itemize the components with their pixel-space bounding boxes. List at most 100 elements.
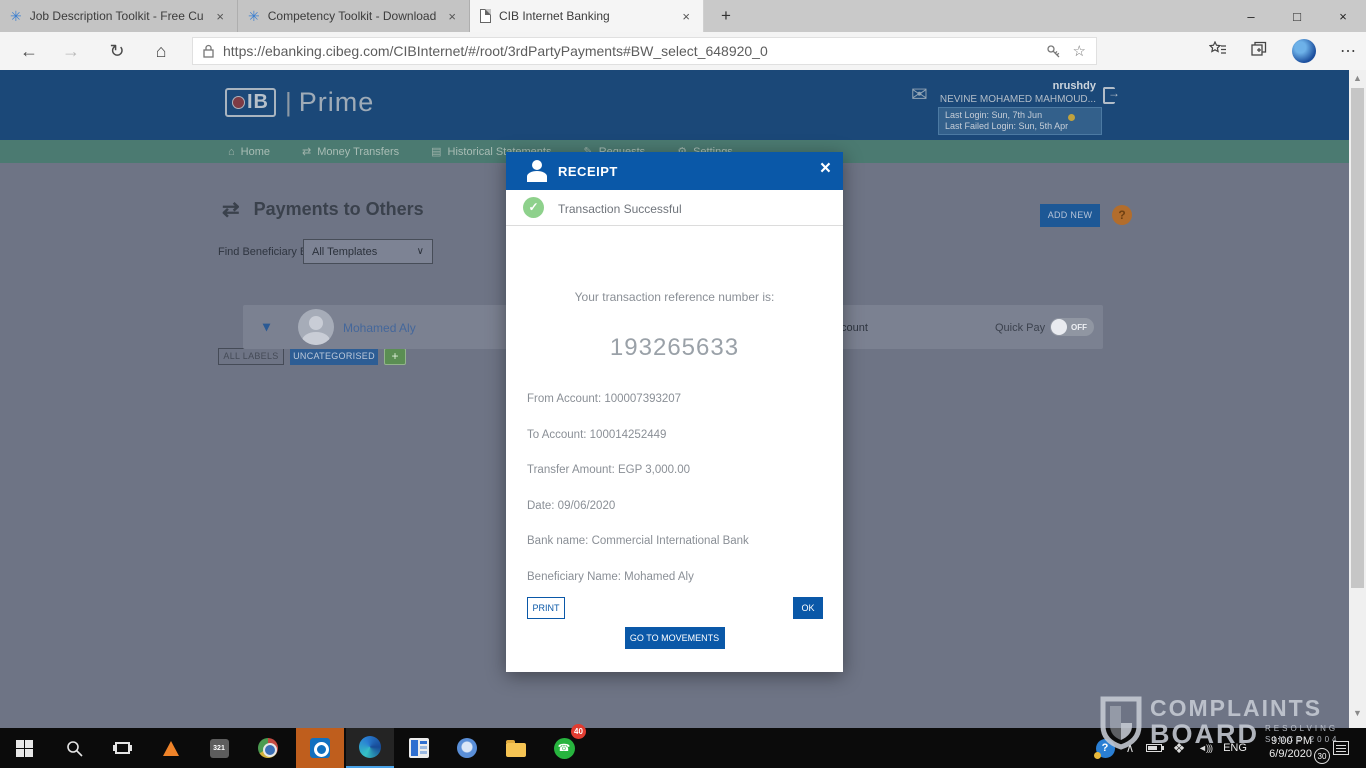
ok-button[interactable]: OK (793, 597, 823, 619)
scroll-up-icon[interactable]: ▲ (1349, 73, 1366, 83)
outlook-icon (310, 738, 330, 758)
go-to-movements-button[interactable]: GO TO MOVEMENTS (624, 627, 725, 649)
tab-favicon-icon: ✳ (10, 8, 22, 24)
statements-icon: ▤ (431, 146, 442, 158)
scrollbar-thumb[interactable] (1351, 88, 1364, 588)
taskbar-edge[interactable] (346, 728, 394, 768)
logo-divider: | (285, 87, 292, 117)
modal-close-icon[interactable]: × (820, 158, 831, 180)
tab-competency-toolkit[interactable]: ✳ Competency Toolkit - Download × (238, 0, 470, 32)
toolbar-right: ⋯ (1208, 32, 1356, 70)
user-fullname: NEVINE MOHAMED MAHMOUD... (939, 94, 1096, 105)
taskbar-chrome[interactable] (252, 728, 284, 768)
windows-logo-icon (15, 739, 33, 757)
back-icon[interactable]: ← (16, 39, 42, 63)
detail-to-account: To Account: 100014252449 (527, 428, 667, 441)
window-controls: – □ × (1228, 0, 1366, 32)
templates-dropdown[interactable]: All Templates ∨ (303, 239, 433, 264)
last-failed-login-text: Last Failed Login: Sun, 5th Apr (945, 121, 1069, 131)
tab-title: Competency Toolkit - Download (267, 9, 437, 23)
close-button[interactable]: × (1320, 0, 1366, 32)
taskbar-chromium[interactable] (451, 728, 483, 768)
receipt-details: From Account: 100007393207 To Account: 1… (527, 393, 749, 607)
home-icon: ⌂ (228, 145, 235, 158)
beneficiary-name: Mohamed Aly (343, 321, 416, 335)
page-title: Payments to Others (253, 199, 424, 219)
collections-icon[interactable] (1251, 41, 1268, 62)
address-bar[interactable]: https://ebanking.cibeg.com/CIBInternet/#… (192, 37, 1097, 65)
news-app-icon (409, 738, 429, 758)
folder-icon (506, 739, 526, 757)
expand-chevron-icon[interactable]: ▾ (263, 318, 270, 335)
cib-logo-mark: IB (225, 88, 276, 117)
toggle-state: OFF (1071, 323, 1087, 332)
maximize-button[interactable]: □ (1274, 0, 1320, 32)
url-input[interactable]: https://ebanking.cibeg.com/CIBInternet/#… (223, 43, 1034, 59)
scroll-down-icon[interactable]: ▼ (1349, 708, 1366, 718)
task-view-icon (114, 742, 130, 754)
all-labels-button[interactable]: ALL LABELS (218, 348, 284, 365)
refresh-icon[interactable]: ↻ (104, 39, 130, 63)
whatsapp-icon: ☎ (553, 737, 575, 759)
detail-amount: Transfer Amount: EGP 3,000.00 (527, 464, 691, 476)
minimize-button[interactable]: – (1228, 0, 1274, 32)
chevron-down-icon: ∨ (416, 246, 424, 257)
browser-tab-bar: ✳ Job Description Toolkit - Free Cu × ✳ … (0, 0, 1366, 32)
tab-close-icon[interactable]: × (445, 9, 459, 24)
complaints-board-watermark: COMPLAINTS BOARD RESOLVING SINCE 2004 (1100, 696, 1339, 750)
taskbar-file-explorer[interactable] (500, 728, 532, 768)
tab-favicon-icon: ✳ (248, 8, 260, 24)
receipt-modal: RECEIPT × ✓ Transaction Successful Your … (506, 152, 843, 672)
tab-close-icon[interactable]: × (679, 9, 693, 24)
modal-header: RECEIPT × (506, 152, 843, 190)
page-scrollbar[interactable]: ▲ ▼ (1349, 70, 1366, 728)
detail-bank-name: Bank name: Commercial International Bank (527, 535, 749, 547)
tab-title: CIB Internet Banking (499, 9, 610, 23)
password-key-icon[interactable] (1046, 44, 1061, 59)
profile-avatar[interactable] (1292, 39, 1316, 63)
quick-pay-toggle[interactable]: OFF (1050, 318, 1094, 336)
bulb-icon (1068, 114, 1075, 121)
modal-title: RECEIPT (558, 164, 618, 179)
start-button[interactable] (8, 728, 40, 768)
success-check-icon: ✓ (523, 197, 544, 218)
tab-job-description-toolkit[interactable]: ✳ Job Description Toolkit - Free Cu × (0, 0, 238, 32)
account-partial-text: count (841, 322, 868, 334)
chrome-icon (258, 738, 278, 758)
help-button[interactable]: ? (1112, 205, 1132, 225)
transfers-icon: ⇄ (302, 146, 312, 158)
watermark-tag2: SINCE 2004 (1265, 735, 1340, 744)
print-button[interactable]: PRINT (527, 597, 565, 619)
nav-item-home[interactable]: ⌂ Home (228, 146, 270, 158)
notification-badge: 30 (1314, 748, 1330, 764)
taskbar-vlc[interactable] (155, 728, 187, 768)
status-row: ✓ Transaction Successful (506, 190, 843, 226)
nav-item-money-transfers[interactable]: ⇄ Money Transfers (302, 145, 399, 159)
tab-close-icon[interactable]: × (213, 9, 227, 24)
chromium-icon (457, 738, 477, 758)
taskbar-outlook[interactable] (296, 728, 344, 768)
add-new-button[interactable]: ADD NEW (1040, 204, 1100, 227)
add-label-button[interactable]: + (384, 348, 406, 365)
watermark-line2: BOARD (1150, 719, 1259, 749)
prime-logo-text: Prime (298, 87, 375, 117)
lock-icon (203, 44, 214, 58)
home-icon[interactable]: ⌂ (148, 39, 174, 63)
favorite-star-icon[interactable]: ☆ (1073, 42, 1086, 60)
taskbar-media-player[interactable]: 321 (203, 728, 235, 768)
detail-from-account: From Account: 100007393207 (527, 393, 682, 405)
logout-icon[interactable]: → (1103, 86, 1120, 104)
new-tab-button[interactable]: + (704, 0, 748, 32)
task-view-button[interactable] (106, 728, 138, 768)
settings-more-icon[interactable]: ⋯ (1340, 41, 1356, 61)
taskbar-news-app[interactable] (403, 728, 435, 768)
tab-cib-internet-banking[interactable]: CIB Internet Banking × (470, 0, 704, 32)
dropdown-value: All Templates (312, 245, 378, 258)
detail-beneficiary-name: Beneficiary Name: Mohamed Aly (527, 570, 694, 583)
uncategorised-button[interactable]: UNCATEGORISED (290, 348, 378, 365)
taskbar-search-button[interactable] (58, 728, 90, 768)
favorites-hub-icon[interactable] (1208, 40, 1227, 62)
taskbar-whatsapp[interactable]: ☎ 40 (548, 724, 586, 768)
whatsapp-badge: 40 (571, 724, 586, 739)
forward-icon[interactable]: → (58, 39, 84, 63)
